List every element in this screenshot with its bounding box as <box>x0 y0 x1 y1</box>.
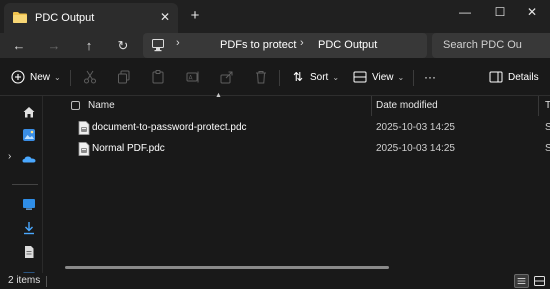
onedrive-icon[interactable] <box>22 152 36 166</box>
cut-icon[interactable] <box>83 70 97 84</box>
expand-chevron-icon[interactable]: › <box>8 151 11 162</box>
details-view-icon[interactable] <box>514 274 529 288</box>
breadcrumb-pdc-output[interactable]: PDC Output <box>318 39 377 51</box>
view-icon <box>353 71 367 83</box>
more-options-button[interactable]: ··· <box>424 67 436 87</box>
refresh-button[interactable]: ↻ <box>113 36 133 56</box>
sort-icon: ⇅ <box>292 70 304 84</box>
forward-button[interactable]: → <box>44 36 64 56</box>
file-date-modified: 2025-10-03 14:25 <box>376 143 455 154</box>
rename-icon[interactable]: A <box>186 70 200 84</box>
minimize-button[interactable]: — <box>447 0 483 24</box>
desktop-icon[interactable] <box>22 197 36 211</box>
toolbar-divider <box>413 70 414 86</box>
paste-icon[interactable] <box>151 70 165 84</box>
view-label: View <box>372 71 394 83</box>
details-pane-icon <box>489 71 503 83</box>
svg-text:A: A <box>189 75 194 82</box>
downloads-icon[interactable] <box>22 221 36 235</box>
title-bar: PDC Output ✕ + — ☐ ✕ <box>0 0 550 33</box>
gallery-icon[interactable] <box>22 128 36 142</box>
folder-icon <box>13 12 27 23</box>
chevron-down-icon: ⌄ <box>332 72 340 82</box>
file-list: ▲ Name Date modified T document-to-passw… <box>43 92 550 273</box>
documents-icon[interactable] <box>22 245 36 259</box>
tab-close-button[interactable]: ✕ <box>158 9 172 25</box>
toolbar-divider <box>279 70 280 86</box>
tab-pdc-output[interactable]: PDC Output ✕ <box>4 3 178 33</box>
item-count: 2 items <box>8 275 41 286</box>
horizontal-scrollbar[interactable] <box>65 266 389 269</box>
search-box[interactable]: Search PDC Ou <box>432 33 550 58</box>
chevron-down-icon: ⌄ <box>397 72 405 82</box>
new-tab-button[interactable]: + <box>187 6 203 26</box>
share-icon[interactable] <box>220 70 234 84</box>
home-icon[interactable] <box>22 105 36 119</box>
column-header-type[interactable]: T <box>545 100 550 111</box>
sort-button[interactable]: ⇅ Sort ⌄ <box>291 67 339 87</box>
chevron-down-icon: ⌄ <box>54 72 61 82</box>
nav-divider <box>12 184 38 185</box>
tab-title: PDC Output <box>35 12 95 24</box>
this-pc-icon[interactable] <box>152 39 164 52</box>
command-bar: New ⌄ A ⇅ Sort ⌄ View ⌄ ··· Details <box>0 58 550 96</box>
file-row[interactable]: document-to-password-protect.pdc 2025-10… <box>43 118 550 139</box>
file-row[interactable]: Normal PDF.pdc 2025-10-03 14:25 S <box>43 139 550 160</box>
breadcrumb-separator[interactable]: › <box>176 37 180 49</box>
sort-ascending-icon: ▲ <box>215 92 222 99</box>
status-bar: 2 items <box>0 273 550 289</box>
column-header-date-modified[interactable]: Date modified <box>376 100 438 111</box>
select-all-checkbox[interactable] <box>71 101 80 110</box>
file-type: S <box>545 143 550 154</box>
new-button[interactable]: New ⌄ <box>11 67 61 87</box>
more-icon: ··· <box>424 70 436 84</box>
details-label: Details <box>508 71 539 83</box>
breadcrumb-pdfs-to-protect[interactable]: PDFs to protect <box>220 39 296 51</box>
toolbar-divider <box>70 70 71 86</box>
new-plus-icon <box>11 70 25 84</box>
file-type: S <box>545 122 550 133</box>
back-button[interactable]: ← <box>9 36 29 56</box>
up-button[interactable]: ↑ <box>79 36 99 56</box>
file-name: document-to-password-protect.pdc <box>92 122 247 133</box>
pdc-file-icon <box>78 121 90 135</box>
file-name: Normal PDF.pdc <box>92 143 165 154</box>
column-separator[interactable] <box>371 96 372 116</box>
delete-icon[interactable] <box>254 70 268 84</box>
copy-icon[interactable] <box>117 70 131 84</box>
pdc-file-icon <box>78 142 90 156</box>
tiles-view-icon[interactable] <box>532 274 547 288</box>
column-separator[interactable] <box>538 96 539 116</box>
column-header-name[interactable]: Name <box>88 100 115 111</box>
navigation-bar: ← → ↑ ↻ › PDFs to protect › PDC Output S… <box>0 33 550 58</box>
address-bar[interactable]: › PDFs to protect › PDC Output <box>143 33 427 58</box>
sort-label: Sort <box>310 71 329 83</box>
close-window-button[interactable]: ✕ <box>514 0 550 24</box>
maximize-button[interactable]: ☐ <box>482 0 518 24</box>
details-button[interactable]: Details <box>489 67 539 87</box>
file-date-modified: 2025-10-03 14:25 <box>376 122 455 133</box>
view-button[interactable]: View ⌄ <box>353 67 404 87</box>
navigation-pane: › <box>0 96 42 278</box>
search-input[interactable]: Search PDC Ou <box>443 39 522 51</box>
status-divider <box>46 276 47 287</box>
breadcrumb-separator[interactable]: › <box>300 37 304 49</box>
new-label: New <box>30 71 51 83</box>
